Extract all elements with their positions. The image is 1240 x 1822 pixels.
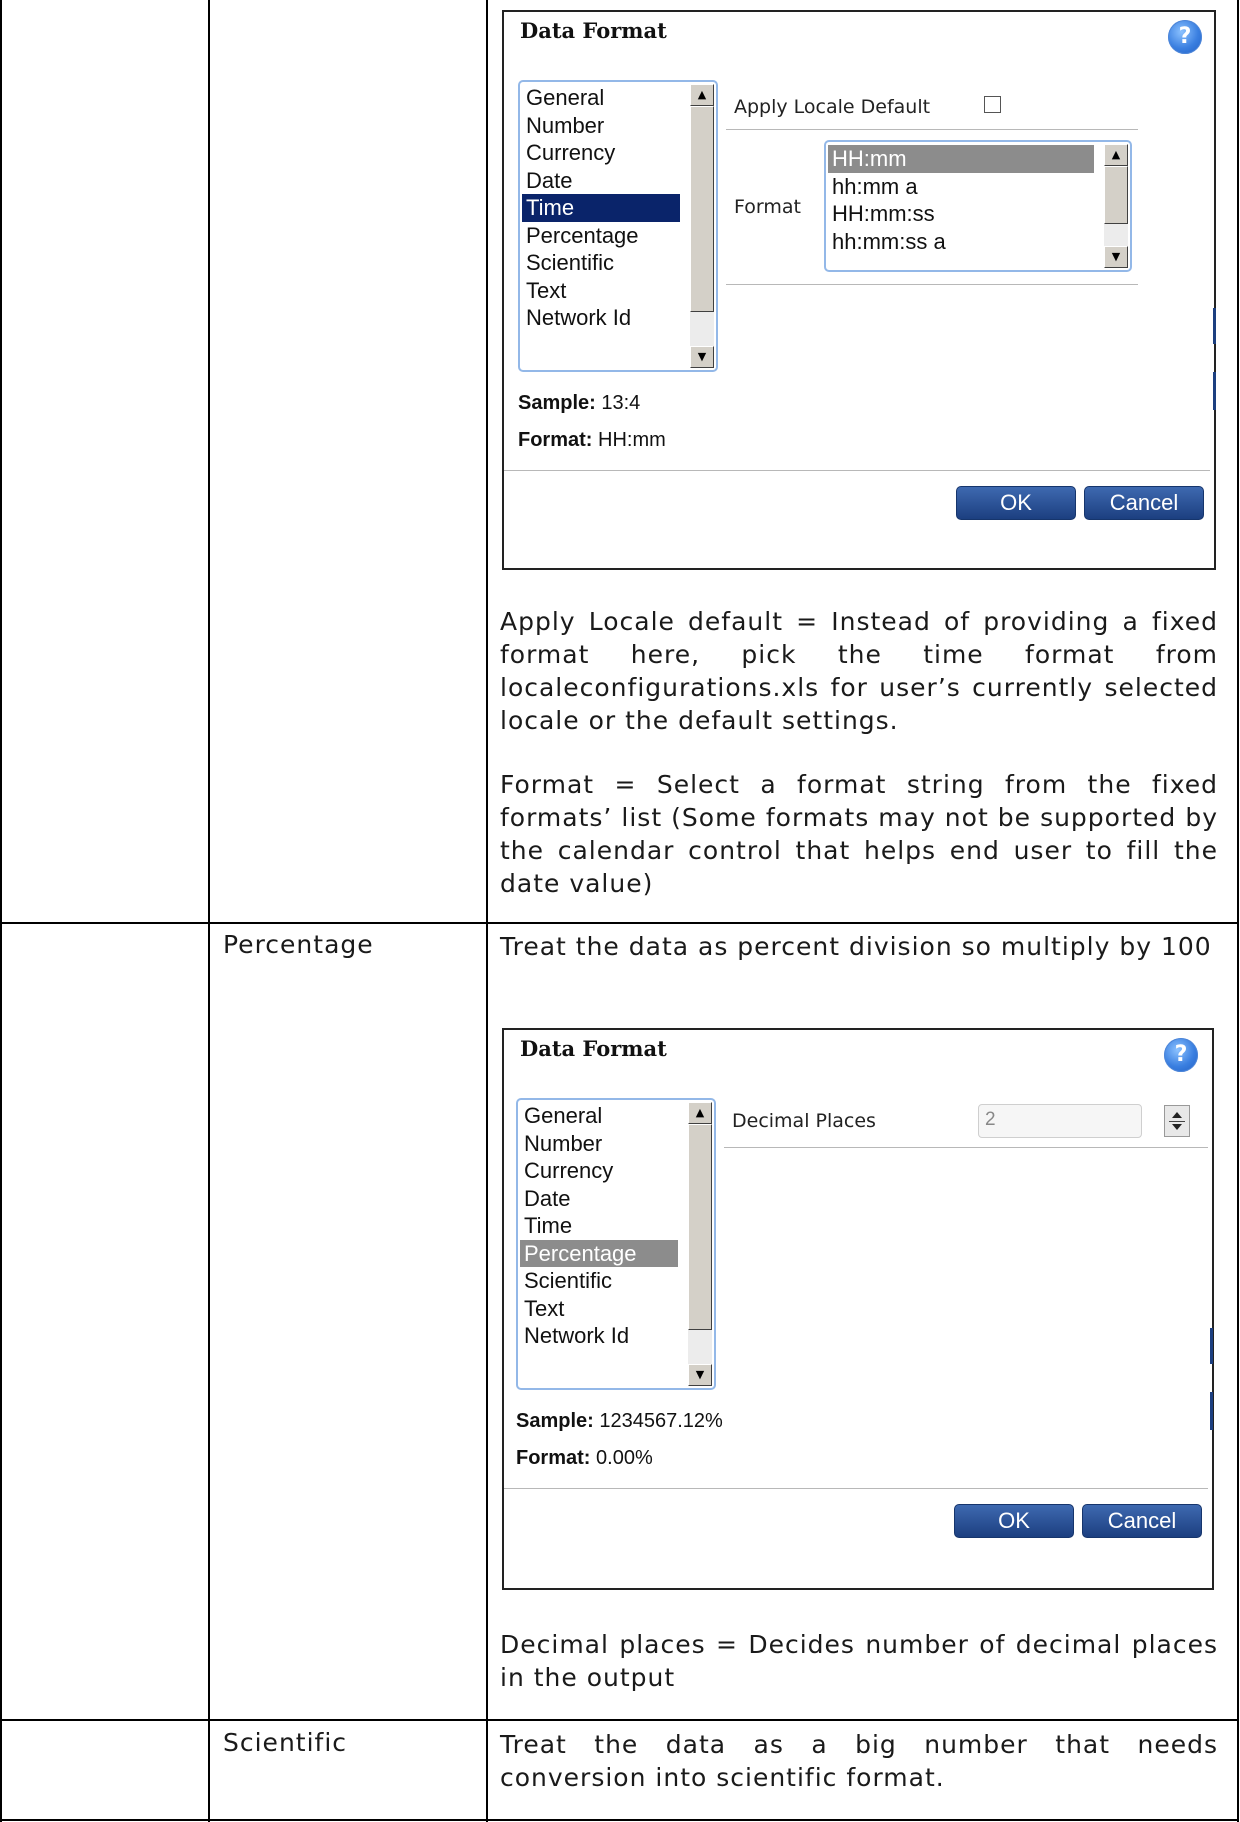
list-item[interactable]: Number [522, 112, 680, 140]
apply-locale-label: Apply Locale Default [734, 96, 931, 118]
help-icon[interactable]: ? [1168, 20, 1202, 54]
dialog-title: Data Format [520, 18, 667, 43]
table-border-left [0, 0, 2, 1822]
table-border-col1 [208, 0, 210, 1822]
list-item[interactable]: Currency [520, 1157, 678, 1185]
ok-button[interactable]: OK [956, 486, 1076, 520]
decimal-places-input[interactable]: 2 [978, 1104, 1142, 1138]
scroll-up-button[interactable]: ▲ [690, 84, 714, 106]
decrement-icon[interactable] [1172, 1124, 1182, 1130]
table-row-divider-1 [0, 922, 1239, 924]
scroll-down-button[interactable]: ▼ [1104, 246, 1128, 268]
format-info-label: Format: [516, 1447, 591, 1469]
list-item[interactable]: Number [520, 1130, 678, 1158]
format-listbox[interactable]: HH:mm hh:mm a HH:mm:ss hh:mm:ss a ▲ ▼ [824, 140, 1132, 272]
list-item[interactable]: Network Id [520, 1322, 678, 1350]
help-icon[interactable]: ? [1164, 1038, 1198, 1072]
footer-separator [504, 470, 1210, 471]
format-description: Format = Select a format string from the… [500, 770, 1218, 898]
scientific-intro: Treat the data as a big number that need… [500, 1730, 1218, 1792]
format-info-label: Format: [518, 429, 593, 451]
list-item[interactable]: hh:mm:ss a [828, 228, 1094, 256]
separator [726, 284, 1138, 285]
list-item[interactable]: Time [522, 194, 680, 222]
apply-locale-checkbox[interactable] [984, 96, 1001, 113]
increment-icon[interactable] [1172, 1112, 1182, 1118]
list-item[interactable]: HH:mm:ss [828, 200, 1094, 228]
row-label-percentage: Percentage [223, 930, 374, 959]
dialog-title: Data Format [520, 1036, 667, 1061]
category-list-items: General Number Currency Date Time Percentage S… [520, 1102, 678, 1350]
cancel-button[interactable]: Cancel [1082, 1504, 1202, 1538]
background-fragment [1213, 308, 1216, 344]
table-border-col2 [486, 0, 488, 1822]
format-scrollbar[interactable]: ▲ ▼ [1104, 144, 1128, 268]
list-item[interactable]: Currency [522, 139, 680, 167]
decimal-places-label: Decimal Places [732, 1110, 876, 1132]
background-fragment [1213, 372, 1216, 410]
sample-label: Sample: [518, 392, 596, 414]
apply-locale-description: Apply Locale default = Instead of provid… [500, 607, 1218, 735]
table-border-right [1237, 0, 1239, 1822]
list-item[interactable]: Scientific [522, 249, 680, 277]
list-item[interactable]: General [522, 84, 680, 112]
scroll-thumb[interactable] [1104, 166, 1128, 224]
list-item[interactable]: Time [520, 1212, 678, 1240]
list-item[interactable]: Date [520, 1185, 678, 1213]
scroll-down-button[interactable]: ▼ [690, 346, 714, 368]
list-item[interactable]: HH:mm [828, 145, 1094, 173]
scroll-down-button[interactable]: ▼ [688, 1364, 712, 1386]
category-listbox[interactable]: General Number Currency Date Time Percentage S… [518, 80, 718, 372]
list-item[interactable]: General [520, 1102, 678, 1130]
sample-label: Sample: [516, 1410, 594, 1432]
row-label-scientific: Scientific [223, 1728, 348, 1757]
list-item[interactable]: Percentage [520, 1239, 678, 1267]
decimal-places-description: Decimal places = Decides number of decim… [500, 1630, 1218, 1692]
list-item[interactable]: hh:mm a [828, 173, 1094, 201]
list-item[interactable]: Network Id [522, 304, 680, 332]
category-list-items: General Number Currency Date Time Percentage S… [522, 84, 680, 332]
table-border-bottom [0, 1819, 1239, 1821]
list-item[interactable]: Percentage [522, 222, 680, 250]
background-fragment [1210, 1328, 1213, 1364]
category-listbox[interactable]: General Number Currency Date Time Percentage S… [516, 1098, 716, 1390]
sample-line: Sample: 13:4 [518, 392, 640, 415]
ok-button[interactable]: OK [954, 1504, 1074, 1538]
format-label: Format [734, 196, 801, 218]
table-row-divider-2 [0, 1719, 1239, 1721]
category-scrollbar[interactable]: ▲ ▼ [690, 84, 714, 368]
scroll-up-button[interactable]: ▲ [1104, 144, 1128, 166]
decimal-places-stepper[interactable] [1164, 1105, 1190, 1137]
divider [1169, 1121, 1185, 1122]
percentage-intro: Treat the data as percent division so mu… [500, 932, 1212, 961]
list-item[interactable]: Date [522, 167, 680, 195]
sample-line: Sample: 1234567.12% [516, 1410, 723, 1433]
data-format-dialog-time: Data Format ? General Number Currency Date T… [502, 10, 1216, 570]
list-item[interactable]: Text [520, 1295, 678, 1323]
separator [724, 1147, 1208, 1148]
sample-value: 13:4 [601, 392, 641, 414]
scroll-thumb[interactable] [688, 1124, 712, 1330]
format-list-items: HH:mm hh:mm a HH:mm:ss hh:mm:ss a [828, 145, 1094, 255]
separator [726, 129, 1138, 130]
format-info-value: HH:mm [598, 429, 666, 451]
data-format-dialog-percentage: Data Format ? General Number Currency Date T… [502, 1028, 1214, 1590]
format-info-line: Format: 0.00% [516, 1447, 653, 1470]
scroll-thumb[interactable] [690, 106, 714, 312]
list-item[interactable]: Text [522, 277, 680, 305]
category-scrollbar[interactable]: ▲ ▼ [688, 1102, 712, 1386]
list-item[interactable]: Scientific [520, 1267, 678, 1295]
background-fragment [1210, 1392, 1213, 1430]
cancel-button[interactable]: Cancel [1084, 486, 1204, 520]
footer-separator [504, 1488, 1208, 1489]
sample-value: 1234567.12% [599, 1410, 723, 1432]
format-info-line: Format: HH:mm [518, 429, 666, 452]
format-info-value: 0.00% [596, 1447, 653, 1469]
scroll-up-button[interactable]: ▲ [688, 1102, 712, 1124]
